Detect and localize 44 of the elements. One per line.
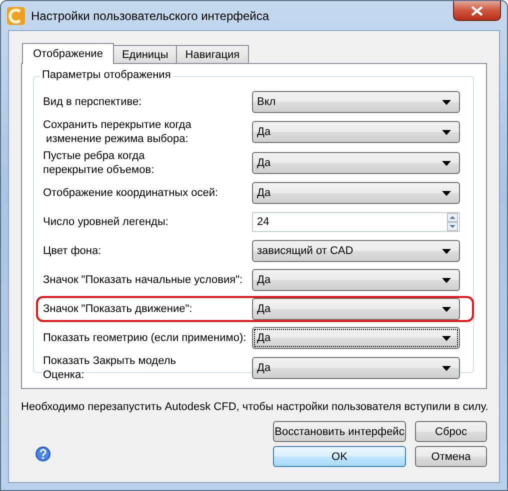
- dialog-button[interactable]: OK: [273, 446, 406, 467]
- dropdown-arrow-icon: [442, 336, 451, 340]
- setting-label: Пустые ребра когда перекрытие объемов:: [43, 149, 156, 177]
- dropdown-arrow-icon: [442, 248, 451, 254]
- dropdown-arrow-icon: [442, 366, 451, 370]
- dropdown[interactable]: Да: [252, 182, 460, 204]
- number-field[interactable]: 24: [252, 212, 460, 232]
- restart-message: Необходимо перезапустить Autodesk CFD, чтобы настройки пользователя вступили в силу.: [21, 400, 487, 414]
- dialog-button[interactable]: Сброс: [415, 421, 487, 442]
- dropdown-arrow-icon: [442, 160, 451, 166]
- dropdown[interactable]: зависящий от CAD: [252, 240, 460, 262]
- setting-label: Число уровней легенды:: [43, 215, 170, 229]
- setting-label: Отображение координатных осей:: [43, 186, 220, 200]
- dialog-button[interactable]: Восстановить интерфейс: [273, 421, 406, 442]
- dropdown-arrow-icon: [442, 130, 451, 134]
- dropdown[interactable]: Да: [252, 152, 460, 174]
- setting-label: Сохранить перекрытие когда изменение режима выбора:: [43, 118, 192, 146]
- help-icon[interactable]: [35, 446, 51, 462]
- dropdown-arrow-icon: [442, 278, 451, 282]
- close-icon: [471, 6, 483, 16]
- dropdown[interactable]: Да: [252, 327, 460, 349]
- setting-label: Вид в перспективе:: [43, 95, 143, 109]
- setting-label: Показать геометрию (если применимо):: [43, 331, 248, 345]
- setting-label: Показать Закрыть модель Оценка:: [43, 354, 177, 382]
- setting-label: Значок "Показать начальные условия":: [43, 273, 244, 287]
- dropdown[interactable]: Да: [252, 121, 460, 143]
- group-title: Параметры отображения: [40, 69, 173, 81]
- tab[interactable]: Единицы: [112, 45, 178, 63]
- dropdown-arrow-icon: [442, 100, 451, 104]
- dialog-button[interactable]: Отмена: [415, 446, 487, 467]
- tab[interactable]: Навигация: [176, 45, 249, 63]
- dropdown[interactable]: Да: [252, 269, 460, 291]
- app-logo-icon: [7, 6, 25, 24]
- dropdown-arrow-icon: [442, 306, 451, 312]
- setting-label: Значок "Показать движение":: [43, 302, 194, 316]
- dropdown[interactable]: Да: [252, 298, 460, 320]
- dropdown[interactable]: Да: [252, 357, 460, 379]
- dropdown-arrow-icon: [442, 190, 451, 196]
- spin-arrows-icon[interactable]: [447, 213, 458, 231]
- window-title: Настройки пользовательского интерфейса: [31, 8, 270, 22]
- setting-label: Цвет фона:: [43, 244, 102, 258]
- close-button[interactable]: [453, 1, 501, 21]
- tab[interactable]: Отображение: [22, 43, 114, 64]
- dropdown[interactable]: Вкл: [252, 91, 460, 113]
